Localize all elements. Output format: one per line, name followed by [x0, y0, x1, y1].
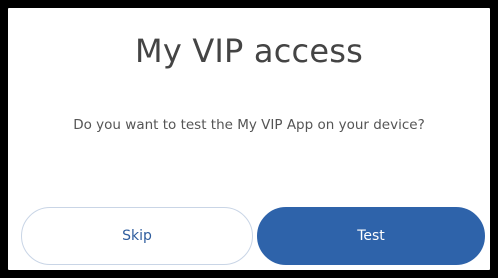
- test-button-label: Test: [357, 228, 385, 244]
- skip-button[interactable]: Skip: [21, 207, 253, 265]
- dialog-message: Do you want to test the My VIP App on yo…: [73, 117, 425, 133]
- vip-access-dialog: My VIP access Do you want to test the My…: [8, 8, 490, 270]
- skip-button-label: Skip: [122, 228, 152, 244]
- dialog-title: My VIP access: [135, 32, 363, 70]
- test-button[interactable]: Test: [257, 207, 485, 265]
